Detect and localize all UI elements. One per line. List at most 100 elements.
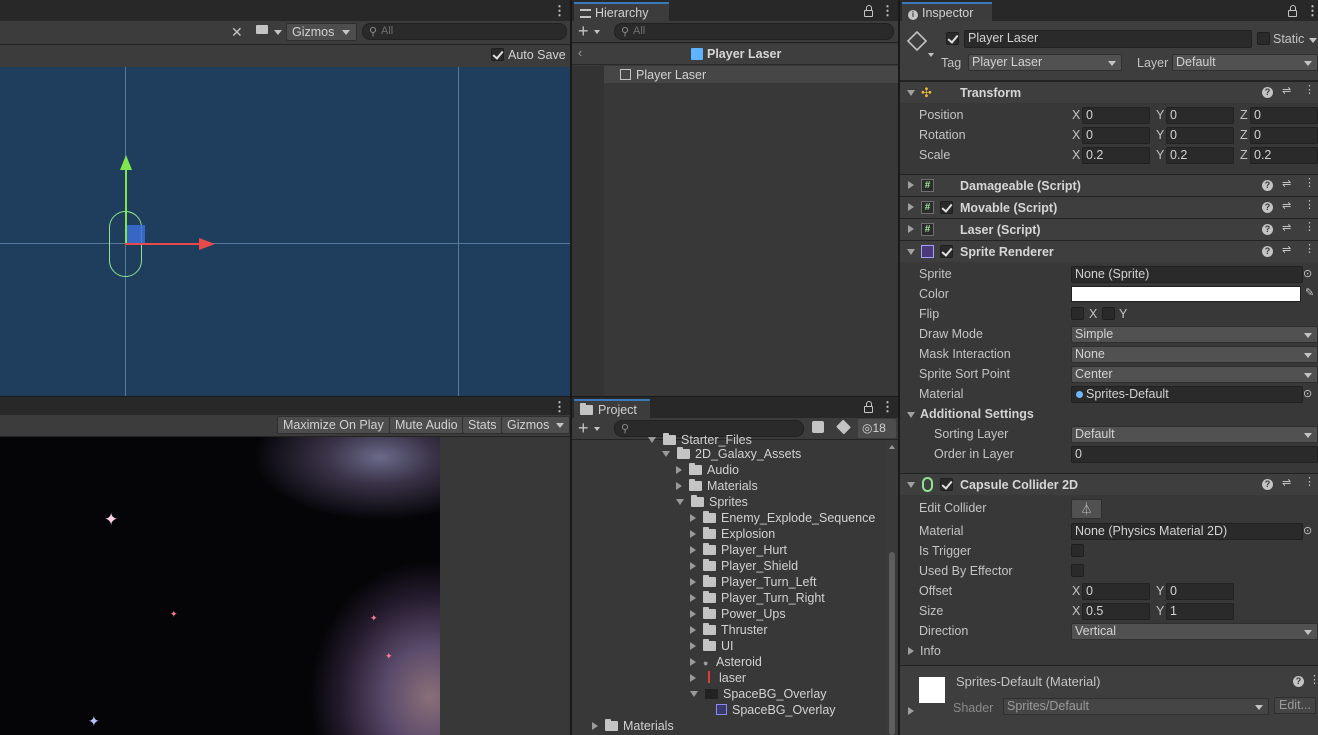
sprite-object-field[interactable]: None (Sprite) <box>1071 266 1303 283</box>
sort-point-dropdown[interactable]: Center <box>1071 366 1318 383</box>
component-menu-icon[interactable]: ⋮ <box>1309 675 1318 686</box>
physics-material-field[interactable]: None (Physics Material 2D) <box>1071 523 1303 540</box>
add-dropdown-icon[interactable] <box>594 30 600 34</box>
tab-inspector[interactable]: i Inspector <box>902 2 992 21</box>
scene-search-input[interactable]: ⚲ All <box>362 23 567 40</box>
list-item[interactable]: Enemy_Explode_Sequence <box>690 511 875 527</box>
help-icon[interactable]: ? <box>1262 246 1273 257</box>
list-item[interactable]: SpaceBG_Overlay <box>716 703 836 719</box>
sprite-renderer-enabled-checkbox[interactable] <box>940 245 953 258</box>
scroll-up-icon[interactable] <box>889 445 895 449</box>
hierarchy-item[interactable]: Player Laser <box>604 66 898 83</box>
draw-mode-dropdown[interactable]: Simple <box>1071 326 1318 343</box>
hierarchy-lock-icon[interactable] <box>864 5 873 17</box>
mute-audio-button[interactable]: Mute Audio <box>389 416 464 434</box>
stats-button[interactable]: Stats <box>462 416 503 434</box>
color-swatch[interactable] <box>1071 286 1301 302</box>
game-viewport[interactable]: ✦ ✦ ✦ ✦ ✦ <box>0 437 440 735</box>
axis-y-label[interactable]: Y <box>1156 128 1164 142</box>
shader-dropdown[interactable]: Sprites/Default <box>1003 698 1269 715</box>
rotation-y-field[interactable]: 0 <box>1166 127 1234 144</box>
scene-gizmos-dropdown-icon[interactable] <box>342 30 350 35</box>
add-icon[interactable]: + <box>578 418 589 439</box>
mask-interaction-dropdown[interactable]: None <box>1071 346 1318 363</box>
presets-icon[interactable]: ⇌ <box>1282 86 1294 97</box>
scene-viewport[interactable] <box>0 67 570 396</box>
project-scrollbar[interactable] <box>886 440 898 735</box>
help-icon[interactable]: ? <box>1262 202 1273 213</box>
autosave-checkbox[interactable] <box>491 48 504 61</box>
camera-dropdown-icon[interactable] <box>274 30 282 35</box>
presets-icon[interactable]: ⇌ <box>1282 201 1294 212</box>
eyedropper-icon[interactable]: ✎ <box>1305 286 1314 299</box>
axis-z-label[interactable]: Z <box>1240 148 1248 162</box>
component-menu-icon[interactable]: ⋮ <box>1304 178 1316 189</box>
axis-y-label[interactable]: Y <box>1156 584 1164 598</box>
help-icon[interactable]: ? <box>1262 87 1273 98</box>
fold-closed-icon[interactable] <box>908 203 914 211</box>
x-axis-handle[interactable] <box>125 243 203 245</box>
scale-x-field[interactable]: 0.2 <box>1082 147 1150 164</box>
maximize-on-play-button[interactable]: Maximize On Play <box>277 416 390 434</box>
list-item[interactable]: Materials <box>676 479 758 495</box>
y-arrow-icon[interactable] <box>120 155 132 170</box>
presets-icon[interactable]: ⇌ <box>1282 223 1294 234</box>
sprite-renderer-component-header[interactable]: Sprite Renderer ? ⇌ ⋮ <box>900 240 1318 262</box>
hidden-packages-button[interactable]: ◎18 <box>858 419 896 438</box>
is-trigger-checkbox[interactable] <box>1071 544 1084 557</box>
fold-open-icon[interactable] <box>907 412 915 418</box>
help-icon[interactable]: ? <box>1262 180 1273 191</box>
static-dropdown-icon[interactable] <box>1309 38 1317 43</box>
static-checkbox[interactable] <box>1257 32 1270 45</box>
additional-settings-row[interactable]: Additional Settings <box>900 404 1318 424</box>
list-item[interactable]: Player_Turn_Right <box>690 591 825 607</box>
presets-icon[interactable]: ⇌ <box>1282 179 1294 190</box>
tab-project[interactable]: Project <box>574 399 650 418</box>
axis-y-label[interactable]: Y <box>1156 108 1164 122</box>
flip-y-checkbox[interactable] <box>1102 307 1115 320</box>
component-menu-icon[interactable]: ⋮ <box>1304 85 1316 96</box>
scene-menu-icon[interactable]: ⋮ <box>553 3 566 19</box>
list-item[interactable]: Sprites <box>676 495 748 511</box>
scale-z-field[interactable]: 0.2 <box>1250 147 1318 164</box>
list-item[interactable]: laser <box>690 671 746 687</box>
component-menu-icon[interactable]: ⋮ <box>1304 222 1316 233</box>
offset-x-field[interactable]: 0 <box>1082 583 1150 600</box>
list-item[interactable]: Player_Turn_Left <box>690 575 816 591</box>
damageable-component-header[interactable]: # Damageable (Script) ? ⇌ ⋮ <box>900 174 1318 196</box>
list-item[interactable]: Audio <box>676 463 739 479</box>
movable-enabled-checkbox[interactable] <box>940 201 953 214</box>
object-name-field[interactable]: Player Laser <box>964 30 1252 48</box>
fold-closed-icon[interactable] <box>908 225 914 233</box>
axis-x-label[interactable]: X <box>1072 584 1080 598</box>
fold-open-icon[interactable] <box>907 482 915 488</box>
label-icon[interactable] <box>836 419 851 435</box>
axis-x-label[interactable]: X <box>1072 148 1080 162</box>
direction-dropdown[interactable]: Vertical <box>1071 623 1318 640</box>
list-item[interactable]: Thruster <box>690 623 768 639</box>
project-lock-icon[interactable] <box>864 401 873 413</box>
back-icon[interactable]: ‹ <box>578 46 582 60</box>
fold-open-icon[interactable] <box>907 249 915 255</box>
add-dropdown-icon[interactable] <box>594 427 600 431</box>
order-in-layer-field[interactable]: 0 <box>1071 446 1318 463</box>
flip-x-checkbox[interactable] <box>1071 307 1084 320</box>
x-arrow-icon[interactable] <box>199 238 215 250</box>
fold-closed-icon[interactable] <box>908 647 914 655</box>
icon-dropdown-icon[interactable] <box>928 53 934 57</box>
list-item[interactable]: SpaceBG_Overlay <box>690 687 827 703</box>
sorting-layer-dropdown[interactable]: Default <box>1071 426 1318 443</box>
list-item[interactable]: Player_Hurt <box>690 543 787 559</box>
list-item[interactable]: ● Asteroid <box>690 655 762 671</box>
list-item[interactable]: Power_Ups <box>690 607 786 623</box>
help-icon[interactable]: ? <box>1293 676 1304 687</box>
size-x-field[interactable]: 0.5 <box>1082 603 1150 620</box>
size-y-field[interactable]: 1 <box>1166 603 1234 620</box>
position-y-field[interactable]: 0 <box>1166 107 1234 124</box>
axis-y-label[interactable]: Y <box>1156 604 1164 618</box>
object-picker-icon[interactable]: ⊙ <box>1303 387 1312 400</box>
help-icon[interactable]: ? <box>1262 479 1273 490</box>
axis-x-label[interactable]: X <box>1072 128 1080 142</box>
inspector-lock-icon[interactable] <box>1288 5 1297 17</box>
tools-icon[interactable]: ✕ <box>231 24 243 41</box>
